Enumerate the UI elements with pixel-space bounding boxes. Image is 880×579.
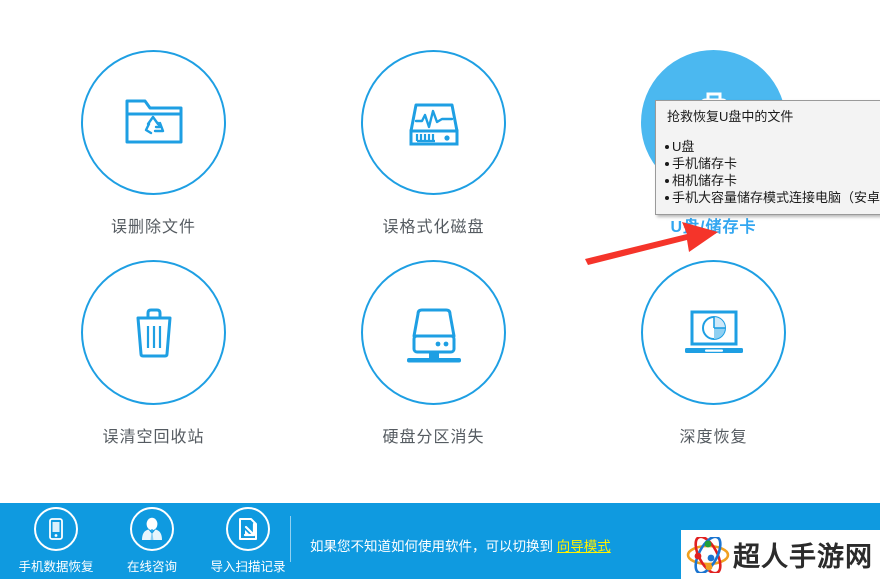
option-emptied-recycle[interactable]: 误清空回收站 — [7, 260, 300, 470]
mobile-phone-icon — [49, 518, 63, 540]
option-circle[interactable] — [81, 260, 226, 405]
option-circle[interactable] — [81, 50, 226, 195]
tooltip-item-label: 手机大容量储存模式连接电脑（安卓） — [672, 190, 880, 205]
footer-item-import-scan-record[interactable]: 导入扫描记录 — [200, 503, 296, 579]
recovery-options-grid: 误删除文件 误格式化磁盘 U盘/储存卡 误清空回收站 硬盘分区消失 深度恢复 — [0, 0, 880, 503]
site-watermark: 超人手游网 — [681, 530, 880, 579]
footer-item-circle[interactable] — [34, 507, 78, 551]
option-tooltip: 抢救恢复U盘中的文件 U盘 手机储存卡 相机储存卡 手机大容量储存模式连接电脑（… — [655, 100, 880, 215]
footer-item-circle[interactable] — [130, 507, 174, 551]
list-item: U盘 — [665, 138, 880, 155]
footer-item-phone-data-recovery[interactable]: 手机数据恢复 — [8, 503, 104, 579]
footer-actions: 手机数据恢复 在线咨询 导入扫描记录 — [8, 503, 296, 579]
watermark-logo-icon — [686, 536, 730, 573]
tooltip-item-label: 手机储存卡 — [672, 156, 738, 171]
person-avatar-icon — [142, 517, 162, 540]
red-arrow-annotation — [585, 222, 718, 265]
tooltip-item-label: 相机储存卡 — [672, 173, 738, 188]
laptop-pie-icon — [684, 310, 743, 353]
option-label: 硬盘分区消失 — [382, 429, 485, 446]
disk-pulse-icon — [409, 103, 458, 145]
bullet-icon — [665, 195, 669, 200]
tooltip-item-label: U盘 — [672, 139, 695, 154]
tooltip-spacer — [665, 125, 880, 138]
option-circle[interactable] — [641, 260, 786, 405]
footer-item-online-consult[interactable]: 在线咨询 — [104, 503, 200, 579]
watermark-text: 超人手游网 — [733, 542, 873, 573]
option-deep-recovery[interactable]: 深度恢复 — [567, 260, 860, 470]
list-item: 相机储存卡 — [665, 172, 880, 189]
footer-item-label: 导入扫描记录 — [210, 560, 286, 574]
bullet-icon — [665, 178, 669, 183]
external-hdd-icon — [406, 308, 461, 362]
import-arrow-icon — [239, 518, 257, 540]
wizard-hint: 如果您不知道如何使用软件，可以切换到 向导模式 — [310, 535, 611, 555]
trash-bin-icon — [136, 308, 171, 357]
option-label: 深度恢复 — [679, 429, 748, 446]
option-circle[interactable] — [361, 50, 506, 195]
footer-divider — [290, 516, 291, 562]
footer-item-label: 手机数据恢复 — [18, 560, 94, 574]
folder-recycle-icon — [125, 99, 182, 143]
option-lost-partition[interactable]: 硬盘分区消失 — [287, 260, 580, 470]
wizard-mode-link[interactable]: 向导模式 — [557, 539, 611, 554]
option-label: 误清空回收站 — [102, 429, 205, 446]
bullet-icon — [665, 161, 669, 166]
tooltip-title: 抢救恢复U盘中的文件 — [667, 109, 794, 124]
footer-item-label: 在线咨询 — [126, 560, 177, 574]
list-item: 手机储存卡 — [665, 155, 880, 172]
tooltip-list: U盘 手机储存卡 相机储存卡 手机大容量储存模式连接电脑（安卓） — [665, 138, 880, 206]
list-item: 手机大容量储存模式连接电脑（安卓） — [665, 189, 880, 206]
option-circle[interactable] — [361, 260, 506, 405]
option-label: 误删除文件 — [110, 219, 196, 236]
option-label: 误格式化磁盘 — [382, 219, 485, 236]
bullet-icon — [665, 144, 669, 149]
wizard-hint-text: 如果您不知道如何使用软件，可以切换到 — [310, 539, 557, 554]
app-root: 误删除文件 误格式化磁盘 U盘/储存卡 误清空回收站 硬盘分区消失 深度恢复 抢… — [0, 0, 880, 579]
option-formatted-disk[interactable]: 误格式化磁盘 — [287, 50, 580, 260]
option-deleted-files[interactable]: 误删除文件 — [7, 50, 300, 260]
footer-item-circle[interactable] — [226, 507, 270, 551]
